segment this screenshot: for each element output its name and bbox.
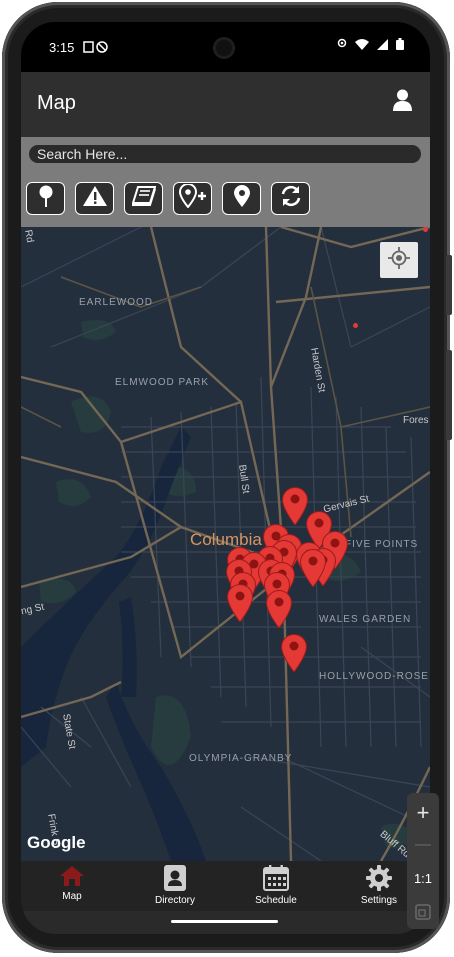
bottom-navigation: Map Directory Schedule Settings: [21, 861, 430, 911]
neighborhood-label: EARLEWOOD: [79, 297, 154, 308]
map-marker[interactable]: [265, 588, 293, 629]
map-marker[interactable]: [299, 547, 327, 588]
zoom-in-button[interactable]: +: [407, 797, 439, 829]
google-logo: Google: [27, 833, 86, 852]
nav-label: Directory: [154, 895, 195, 906]
refresh-icon: [280, 185, 302, 212]
app-bar: Map: [21, 72, 430, 137]
location-dot: [353, 323, 358, 328]
notification-icon: [83, 41, 109, 56]
location-status-icon: [337, 38, 347, 48]
nav-item-map[interactable]: Map: [32, 865, 112, 902]
status-bar: 3:15: [21, 22, 430, 72]
wifi-icon: [355, 38, 369, 50]
my-location-icon: [388, 246, 410, 274]
status-time: 3:15: [49, 40, 75, 55]
nav-item-directory[interactable]: Directory: [135, 865, 215, 906]
volume-button: [446, 255, 452, 315]
pushpin-button[interactable]: [26, 182, 65, 215]
home-indicator[interactable]: [171, 920, 278, 923]
nav-label: Schedule: [255, 895, 297, 906]
zoom-ratio[interactable]: 1:1: [407, 871, 439, 886]
add-location-icon: [178, 183, 207, 213]
screen: 3:15 Map Search Here... EARLEWOOD ELMWOO…: [21, 22, 430, 934]
gesture-area: [21, 911, 430, 934]
road-label: Rd: [22, 229, 36, 244]
search-input[interactable]: [29, 145, 421, 163]
front-camera: [213, 37, 235, 59]
warning-button[interactable]: [75, 182, 114, 215]
location-pin-icon: [233, 185, 250, 212]
power-button: [446, 350, 452, 440]
my-location-button[interactable]: [380, 242, 418, 278]
location-dot: [423, 227, 428, 232]
status-icons: [337, 38, 404, 50]
gear-icon: [366, 865, 392, 894]
screenshot-button[interactable]: [407, 897, 439, 929]
book-icon: [131, 186, 156, 211]
pushpin-icon: [37, 185, 55, 212]
user-icon[interactable]: [393, 89, 412, 116]
page-title: Map: [37, 92, 76, 114]
warning-icon: [82, 186, 107, 211]
search-panel: [21, 137, 430, 227]
zoom-controls: + — 1:1: [407, 793, 439, 929]
neighborhood-label: WALES GARDEN: [319, 614, 412, 625]
map-view[interactable]: EARLEWOOD ELMWOOD PARK FIVE POINTS WALES…: [21, 227, 430, 861]
contacts-icon: [163, 865, 187, 894]
neighborhood-label: ELMWOOD PARK: [115, 377, 210, 388]
map-icon: [59, 866, 85, 890]
map-marker[interactable]: [226, 582, 254, 623]
nav-label: Map: [62, 891, 82, 902]
map-marker[interactable]: [280, 632, 308, 673]
battery-icon: [396, 38, 404, 50]
add-location-button[interactable]: [173, 182, 212, 215]
map-toolbar: [26, 182, 310, 215]
neighborhood-label: OLYMPIA-GRANBY: [189, 753, 293, 764]
refresh-button[interactable]: [271, 182, 310, 215]
road-label: Fores: [403, 415, 429, 426]
neighborhood-label: FIVE POINTS: [345, 539, 419, 550]
nav-item-schedule[interactable]: Schedule: [236, 865, 316, 906]
crop-icon: [415, 900, 431, 926]
location-pin-button[interactable]: [222, 182, 261, 215]
calendar-icon: [263, 865, 289, 894]
zoom-out-button[interactable]: —: [407, 829, 439, 861]
neighborhood-label: HOLLYWOOD-ROSE: [319, 671, 429, 682]
signal-icon: [377, 38, 388, 50]
book-button[interactable]: [124, 182, 163, 215]
